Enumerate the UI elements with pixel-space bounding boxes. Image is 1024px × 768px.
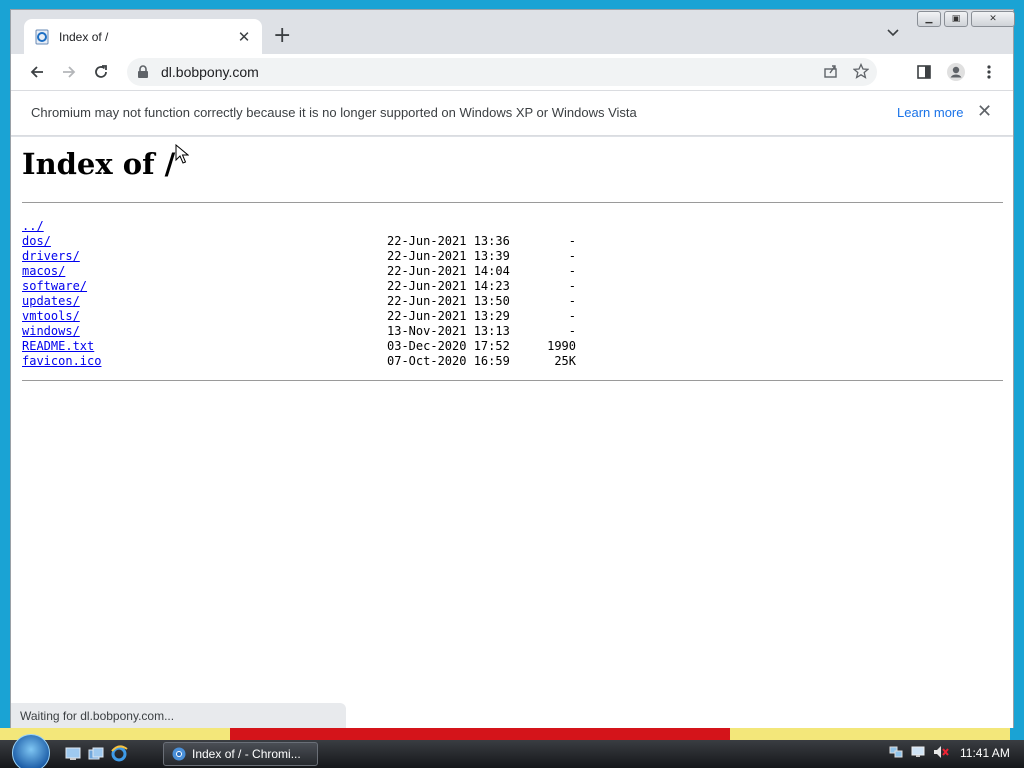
entry-link[interactable]: macos/	[22, 264, 65, 279]
new-tab-icon[interactable]: +	[273, 25, 291, 47]
address-bar[interactable]: dl.bobpony.com	[127, 58, 877, 86]
entry-link[interactable]: README.txt	[22, 339, 94, 354]
taskbar-clock[interactable]: 11:41 AM	[960, 746, 1010, 760]
entry-link[interactable]: dos/	[22, 234, 51, 249]
omnibox-actions	[823, 62, 870, 83]
taskbar-item-label: Index of / - Chromi...	[192, 747, 301, 761]
close-infobar-icon[interactable]: ✕	[977, 101, 992, 122]
maximize-button[interactable]: ▣	[944, 11, 968, 27]
show-desktop-icon[interactable]	[64, 745, 82, 763]
system-tray	[888, 744, 950, 764]
entry-size: -	[568, 324, 576, 338]
status-bubble: Waiting for dl.bobpony.com...	[11, 703, 346, 728]
desktop-wallpaper-strip-red	[230, 728, 730, 740]
minimize-button[interactable]: ▁	[917, 11, 941, 27]
page-content: Index of / ../ dos/ 22-Jun-2021 13:36 - …	[11, 137, 1013, 728]
back-arrow-icon[interactable]	[27, 62, 47, 82]
entry-date: 07-Oct-2020 16:59	[387, 354, 510, 368]
entry-size: -	[568, 264, 576, 278]
share-icon[interactable]	[823, 63, 839, 83]
entry-date: 22-Jun-2021 13:29	[387, 309, 510, 323]
mouse-pointer-icon	[175, 143, 190, 168]
entry-link[interactable]: drivers/	[22, 249, 80, 264]
entry-date: 22-Jun-2021 13:50	[387, 294, 510, 308]
side-panel-icon[interactable]	[914, 62, 934, 82]
profile-avatar-icon[interactable]	[946, 62, 966, 82]
entry-size: -	[568, 234, 576, 248]
start-button[interactable]	[12, 734, 50, 768]
tab-title: Index of /	[59, 29, 109, 44]
entry-date: 13-Nov-2021 13:13	[387, 324, 510, 338]
display-icon[interactable]	[910, 744, 926, 764]
tab-search-chevron-icon[interactable]	[887, 26, 899, 40]
page-title: Index of /	[22, 147, 176, 181]
divider-top	[22, 202, 1003, 203]
internet-explorer-icon[interactable]	[110, 745, 128, 763]
lock-icon[interactable]	[137, 65, 151, 79]
taskbar-chromium-item[interactable]: Index of / - Chromi...	[163, 742, 318, 766]
close-window-button[interactable]: ✕	[971, 11, 1015, 27]
tab-index[interactable]: Index of / ✕	[24, 19, 262, 54]
entry-size: -	[568, 249, 576, 263]
entry-link[interactable]: software/	[22, 279, 87, 294]
forward-arrow-icon[interactable]	[59, 62, 79, 82]
entry-link[interactable]: vmtools/	[22, 309, 80, 324]
infobar-message: Chromium may not function correctly beca…	[31, 105, 637, 120]
close-tab-icon[interactable]: ✕	[236, 29, 252, 45]
entry-size: 25K	[554, 354, 576, 368]
ie-page-icon	[34, 29, 50, 45]
entry-date: 03-Dec-2020 17:52	[387, 339, 510, 353]
reload-icon[interactable]	[91, 62, 111, 82]
entry-date: 22-Jun-2021 13:39	[387, 249, 510, 263]
tab-strip: Index of / ✕ + ▁ ▣ ✕	[11, 10, 1015, 54]
taskbar: Index of / - Chromi... 11:41 AM	[0, 734, 1024, 768]
switch-windows-icon[interactable]	[87, 745, 105, 763]
entry-size: -	[568, 309, 576, 323]
unsupported-os-infobar: Chromium may not function correctly beca…	[11, 90, 1013, 136]
window-controls: ▁ ▣ ✕	[917, 11, 1015, 27]
entry-size: -	[568, 294, 576, 308]
entry-size: 1990	[547, 339, 576, 353]
entry-date: 22-Jun-2021 13:36	[387, 234, 510, 248]
network-icon[interactable]	[888, 744, 904, 764]
entry-link[interactable]: windows/	[22, 324, 80, 339]
desktop-wallpaper-strip-right	[730, 728, 1010, 740]
entry-link[interactable]: favicon.ico	[22, 354, 101, 369]
menu-kebab-icon[interactable]	[979, 62, 999, 82]
parent-directory-link[interactable]: ../	[22, 219, 44, 234]
entry-size: -	[568, 279, 576, 293]
chromium-icon	[172, 747, 186, 761]
entry-date: 22-Jun-2021 14:04	[387, 264, 510, 278]
entry-date: 22-Jun-2021 14:23	[387, 279, 510, 293]
browser-window: Index of / ✕ + ▁ ▣ ✕ dl.bobpony.com Chro…	[10, 9, 1015, 728]
toolbar: dl.bobpony.com	[11, 54, 1013, 90]
bookmark-star-icon[interactable]	[852, 62, 870, 83]
entry-link[interactable]: updates/	[22, 294, 80, 309]
volume-muted-icon[interactable]	[932, 744, 950, 764]
divider-bottom	[22, 380, 1003, 381]
url-text: dl.bobpony.com	[161, 64, 259, 80]
learn-more-link[interactable]: Learn more	[897, 105, 963, 120]
